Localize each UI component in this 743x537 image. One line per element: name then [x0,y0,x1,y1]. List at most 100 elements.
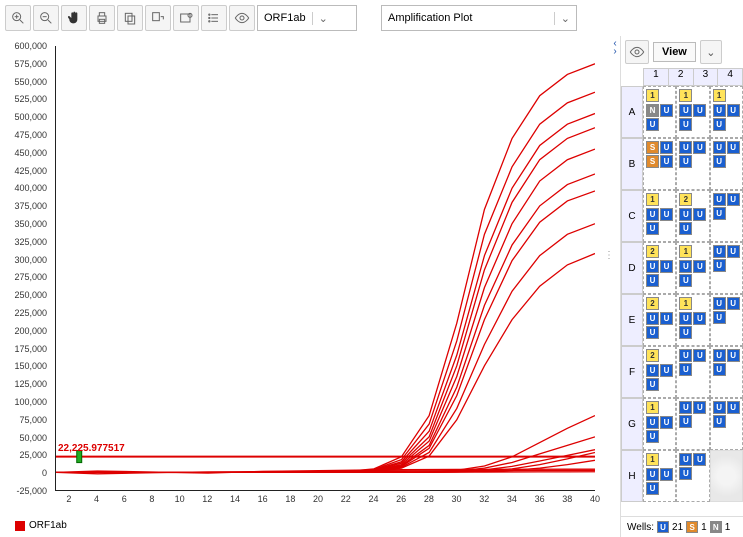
well[interactable]: UUU [676,346,709,398]
zoom-in-icon[interactable] [5,5,31,31]
y-tick-label: 375,000 [14,201,47,211]
status-chip: U [646,468,659,481]
well[interactable]: UUU [710,294,743,346]
status-chip: U [679,260,692,273]
chevron-right-icon: › [613,48,616,56]
status-chip: U [693,260,706,273]
status-chip: U [713,118,726,131]
plot-type-select[interactable]: Amplification Plot ⌄ [381,5,577,31]
status-chip: U [660,312,673,325]
col-header[interactable]: 3 [694,68,719,86]
print-icon[interactable] [89,5,115,31]
summary-s: 1 [701,522,707,533]
copy-icon[interactable] [117,5,143,31]
amplification-plot: -25,000025,00050,00075,000100,000125,000… [0,36,610,537]
well[interactable]: 1UUU [643,398,676,450]
flag-chip: 1 [679,89,692,102]
status-chip: U [660,364,673,377]
well[interactable]: UUU [676,138,709,190]
status-chip: U [646,482,659,495]
plate-row: E2UUU1UUUUUU [621,294,743,346]
flag-chip: 1 [679,297,692,310]
status-chip: U [713,363,726,376]
well[interactable]: 2UUU [643,242,676,294]
target-select[interactable]: ORF1ab ⌄ [257,5,357,31]
status-chip: U [679,326,692,339]
status-chip: U [660,141,673,154]
y-tick-label: 500,000 [14,112,47,122]
well[interactable]: 1UUU [643,450,676,502]
row-header[interactable]: A [621,86,643,138]
x-tick-label: 26 [396,494,406,504]
well[interactable]: UUU [710,190,743,242]
split-handle[interactable]: ‹ › [610,36,620,537]
status-chip: U [713,193,726,206]
list-icon[interactable] [201,5,227,31]
status-chip: U [713,311,726,324]
status-chip: U [727,297,740,310]
zoom-out-icon[interactable] [33,5,59,31]
well[interactable]: 2UUU [676,190,709,242]
well[interactable]: 1NUU [643,86,676,138]
col-header[interactable]: 2 [669,68,694,86]
row-header[interactable]: C [621,190,643,242]
status-chip: U [646,326,659,339]
flag-chip: 1 [713,89,726,102]
row-header[interactable]: H [621,450,643,502]
plate-panel: View ⌄ 1234 A1NUU1UUU1UUUBSUSUUUUUUUC1UU… [620,36,743,537]
well[interactable] [710,450,743,502]
status-chip: U [679,141,692,154]
row-header[interactable]: E [621,294,643,346]
status-chip: U [660,155,673,168]
chip-n-icon: N [710,521,722,533]
status-chip: U [660,104,673,117]
export-icon[interactable] [145,5,171,31]
well[interactable]: 1UUU [643,190,676,242]
plate-grid[interactable]: A1NUU1UUU1UUUBSUSUUUUUUUC1UUU2UUUUUUD2UU… [621,86,743,516]
well[interactable]: UUU [676,398,709,450]
status-chip: U [646,118,659,131]
row-header[interactable]: G [621,398,643,450]
well[interactable]: UUU [710,346,743,398]
y-tick-label: 100,000 [14,397,47,407]
plot-area[interactable] [55,46,595,491]
pan-hand-icon[interactable] [61,5,87,31]
well[interactable]: 1UUU [710,86,743,138]
chevron-down-icon: ⌄ [312,12,328,25]
y-tick-label: 550,000 [14,77,47,87]
well[interactable]: UUU [710,398,743,450]
view-dropdown-icon[interactable]: ⌄ [700,40,722,64]
flag-chip: 2 [646,245,659,258]
well[interactable]: UUU [710,138,743,190]
y-tick-label: 600,000 [14,41,47,51]
well[interactable]: 1UUU [676,242,709,294]
col-header[interactable]: 1 [643,68,669,86]
well[interactable]: SUSU [643,138,676,190]
summary-label: Wells: [627,522,654,533]
plate-row: G1UUUUUUUUU [621,398,743,450]
x-tick-label: 30 [452,494,462,504]
y-tick-label: 275,000 [14,272,47,282]
row-header[interactable]: D [621,242,643,294]
x-tick-label: 40 [590,494,600,504]
row-header[interactable]: B [621,138,643,190]
x-tick-label: 14 [230,494,240,504]
view-button[interactable]: View [653,42,696,62]
well-summary: Wells: U21 S1 N1 [621,516,743,537]
x-tick-label: 8 [149,494,154,504]
well[interactable]: UUU [676,450,709,502]
well[interactable]: 2UUU [643,346,676,398]
col-header[interactable]: 4 [718,68,743,86]
status-chip: U [727,401,740,414]
well[interactable]: UUU [710,242,743,294]
eye-icon[interactable] [625,40,649,64]
well[interactable]: 1UUU [676,86,709,138]
settings-icon[interactable] [173,5,199,31]
x-tick-label: 22 [341,494,351,504]
y-tick-label: 325,000 [14,237,47,247]
status-chip: U [646,364,659,377]
well[interactable]: 1UUU [676,294,709,346]
row-header[interactable]: F [621,346,643,398]
well[interactable]: 2UUU [643,294,676,346]
eye-icon[interactable] [229,5,255,31]
